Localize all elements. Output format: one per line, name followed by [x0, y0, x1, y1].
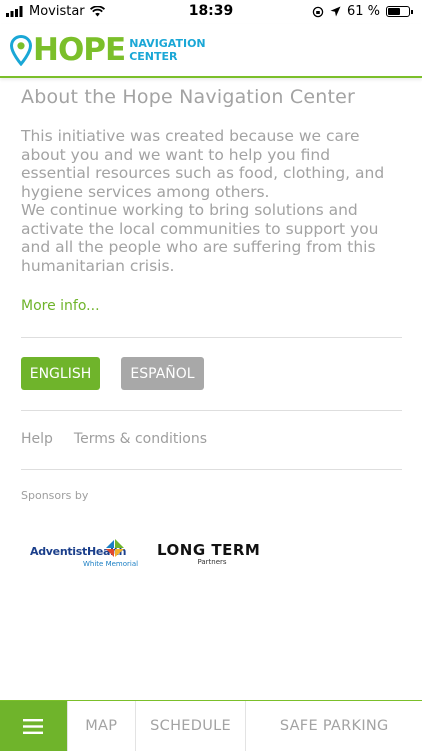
logo-wordmark: HOPE [33, 32, 126, 68]
help-link[interactable]: Help [21, 431, 53, 447]
about-text-line: We continue working to bring solutions a… [21, 201, 358, 219]
about-section: About the Hope Navigation Center This in… [21, 86, 402, 275]
long-term-name: LONG TERM [157, 541, 261, 559]
divider [21, 410, 402, 411]
hope-logo[interactable]: HOPE NAVIGATION CENTER [10, 32, 206, 68]
about-text-line: activate the local communities to suppor… [21, 219, 379, 238]
menu-button[interactable] [0, 701, 67, 751]
long-term-subtitle: Partners [197, 558, 227, 566]
battery-icon [386, 6, 413, 17]
about-text-line: essential resources such as food, clothi… [21, 164, 385, 182]
map-pin-icon [10, 34, 32, 66]
divider [21, 469, 402, 470]
tab-map[interactable]: MAP [66, 701, 135, 751]
status-right: 61 % [312, 4, 413, 19]
bottom-tab-bar: MAP SCHEDULE SAFE PARKING [0, 700, 422, 751]
about-text: This initiative was created because we c… [21, 127, 402, 275]
about-title: About the Hope Navigation Center [21, 86, 356, 108]
divider [21, 337, 402, 338]
adventist-health-logo[interactable]: AdventistHealth White Memorial [30, 538, 142, 572]
about-text-line: hygiene services among others. [21, 182, 270, 201]
battery-percent: 61 % [346, 4, 380, 19]
status-bar: Movistar 18:39 61 % [0, 0, 422, 24]
about-text-line: humanitarian crisis. [21, 256, 175, 275]
terms-link[interactable]: Terms & conditions [74, 431, 207, 447]
logo-subtitle: NAVIGATION CENTER [129, 37, 205, 63]
sponsors-label: Sponsors by [21, 489, 89, 502]
battery-fill [388, 8, 401, 15]
hamburger-menu-icon [23, 718, 44, 734]
tab-schedule[interactable]: SCHEDULE [134, 701, 246, 751]
about-text-line: and all the people who are suffering fro… [21, 238, 376, 256]
app-header: HOPE NAVIGATION CENTER [0, 24, 422, 78]
more-info-link[interactable]: More info... [21, 298, 100, 314]
about-text-line: about you and we want to help you find [21, 145, 331, 164]
logo-subtitle-line1: NAVIGATION [129, 37, 206, 50]
about-text-line: This initiative was created because we c… [21, 127, 360, 145]
english-button[interactable]: ENGLISH [21, 357, 100, 390]
location-arrow-icon [330, 6, 341, 17]
long-term-partners-logo[interactable]: LONG TERM Partners [157, 541, 267, 566]
rotation-lock-icon [312, 6, 324, 17]
logo-subtitle-line2: CENTER [129, 50, 178, 63]
footer-links: Help Terms & conditions [21, 431, 207, 447]
tab-safe-parking[interactable]: SAFE PARKING [245, 701, 422, 751]
adventist-leaf-icon [106, 539, 124, 557]
adventist-health-subtitle: White Memorial [83, 560, 139, 568]
spanish-button[interactable]: ESPAÑOL [121, 357, 204, 390]
